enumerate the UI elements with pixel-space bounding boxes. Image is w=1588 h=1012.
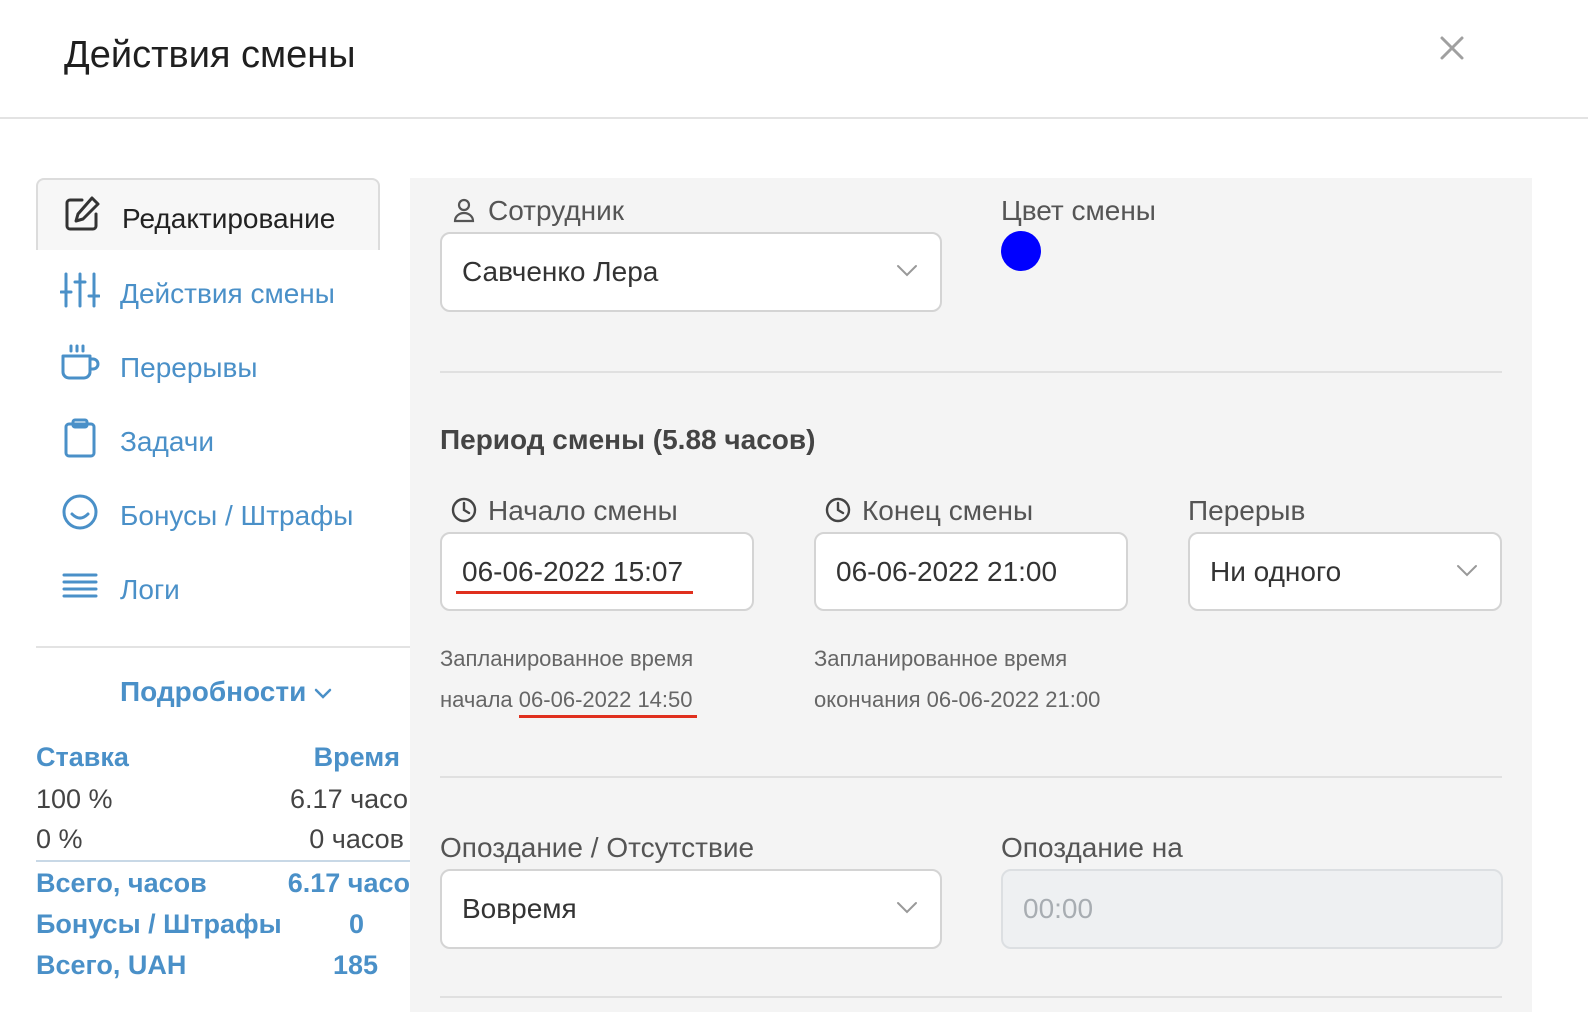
shift-end-value: 06-06-2022 21:00 <box>836 556 1058 587</box>
break-select[interactable]: Ни одного <box>1188 532 1502 611</box>
stats-row: 0 % 0 часов <box>36 824 410 858</box>
nav-item-shift-actions[interactable]: Действия смены <box>36 256 380 328</box>
planned-end-note-line1: Запланированное время <box>814 646 1068 671</box>
nav-item-logs[interactable]: Логи <box>36 552 380 624</box>
modal-title: Действия смены <box>64 34 356 76</box>
bonuses-row: Бонусы / Штрафы 0 <box>36 909 410 943</box>
nav-item-label: Редактирование <box>122 203 336 234</box>
time-header: Время <box>313 742 400 772</box>
nav-item-tasks[interactable]: Задачи <box>36 404 380 476</box>
late-by-value: 00:00 <box>1023 893 1094 924</box>
lateness-label: Опоздание / Отсутствие <box>440 832 755 863</box>
lateness-select[interactable]: Вовремя <box>440 869 942 949</box>
shift-end-label: Конец смены <box>824 495 1033 527</box>
shift-period-title: Период смены (5.88 часов) <box>440 424 816 455</box>
nav-item-edit[interactable]: Редактирование <box>36 178 380 250</box>
divider <box>36 860 410 862</box>
nav-item-label: Перерывы <box>120 352 258 383</box>
time-value: 6.17 часо <box>290 784 408 814</box>
planned-end-note-line2: окончания 06-06-2022 21:00 <box>814 687 1101 712</box>
break-label: Перерыв <box>1188 495 1306 526</box>
shift-color-label: Цвет смены <box>1001 195 1156 226</box>
lateness-value: Вовремя <box>462 893 577 924</box>
employee-label: Сотрудник <box>450 195 624 227</box>
clock-icon <box>451 497 477 523</box>
chevron-down-icon <box>315 688 332 699</box>
nav-item-label: Логи <box>120 574 180 605</box>
close-icon <box>1440 36 1464 60</box>
planned-start-note-line2: начала 06-06-2022 14:50 <box>440 687 697 718</box>
divider <box>440 371 1502 373</box>
shift-start-value: 06-06-2022 15:07 <box>456 556 694 594</box>
list-lines-icon <box>62 573 98 598</box>
rate-header: Ставка <box>36 742 129 772</box>
details-toggle-label: Подробности <box>120 676 307 707</box>
break-value: Ни одного <box>1210 556 1342 587</box>
late-by-label: Опоздание на <box>1001 832 1183 863</box>
shift-start-label: Начало смены <box>450 495 678 527</box>
total-hours-value: 6.17 часо <box>287 868 410 898</box>
coffee-cup-icon <box>61 344 100 380</box>
rate-value: 0 % <box>36 824 83 854</box>
time-value: 0 часов <box>309 824 404 854</box>
nav-item-bonuses[interactable]: Бонусы / Штрафы <box>36 478 380 550</box>
total-hours-label: Всего, часов <box>36 868 207 898</box>
stats-header: Ставка Время <box>36 742 410 776</box>
divider <box>440 776 1502 778</box>
employee-select[interactable]: Савченко Лера <box>440 232 942 312</box>
planned-start-prefix: начала <box>440 687 513 712</box>
bonuses-value: 0 <box>348 909 364 939</box>
employee-value: Савченко Лера <box>462 256 659 287</box>
rate-value: 100 % <box>36 784 113 814</box>
planned-start-note-line1: Запланированное время <box>440 646 694 671</box>
total-uah-label: Всего, UAH <box>36 950 187 980</box>
planned-start-value: 06-06-2022 14:50 <box>518 687 697 718</box>
smile-icon <box>62 494 98 530</box>
total-uah-row: Всего, UAH 185 <box>36 950 410 984</box>
nav-item-label: Действия смены <box>120 278 335 309</box>
clipboard-icon <box>64 418 96 458</box>
bonuses-label: Бонусы / Штрафы <box>36 909 282 939</box>
sliders-icon <box>60 272 100 308</box>
nav-item-breaks[interactable]: Перерывы <box>36 330 380 402</box>
stats-row: 100 % 6.17 часо <box>36 784 410 818</box>
divider <box>440 996 1502 998</box>
nav-item-label: Бонусы / Штрафы <box>120 500 354 531</box>
total-hours-row: Всего, часов 6.17 часо <box>36 868 410 902</box>
user-icon <box>453 198 475 223</box>
total-uah-value: 185 <box>332 950 378 980</box>
modal-header: Действия смены <box>0 0 1588 119</box>
nav-item-label: Задачи <box>120 426 215 457</box>
divider <box>36 646 410 648</box>
chevron-down-icon <box>1457 565 1477 577</box>
chevron-down-icon <box>897 902 917 914</box>
shift-start-input[interactable]: 06-06-2022 15:07 <box>440 532 754 611</box>
chevron-down-icon <box>897 265 917 277</box>
edit-icon <box>65 196 100 231</box>
shift-end-input[interactable]: 06-06-2022 21:00 <box>814 532 1128 611</box>
details-toggle[interactable]: Подробности <box>120 676 332 708</box>
shift-color-swatch[interactable] <box>1001 231 1041 271</box>
clock-icon <box>825 497 851 523</box>
close-button[interactable] <box>1432 28 1472 68</box>
late-by-input: 00:00 <box>1001 869 1503 949</box>
